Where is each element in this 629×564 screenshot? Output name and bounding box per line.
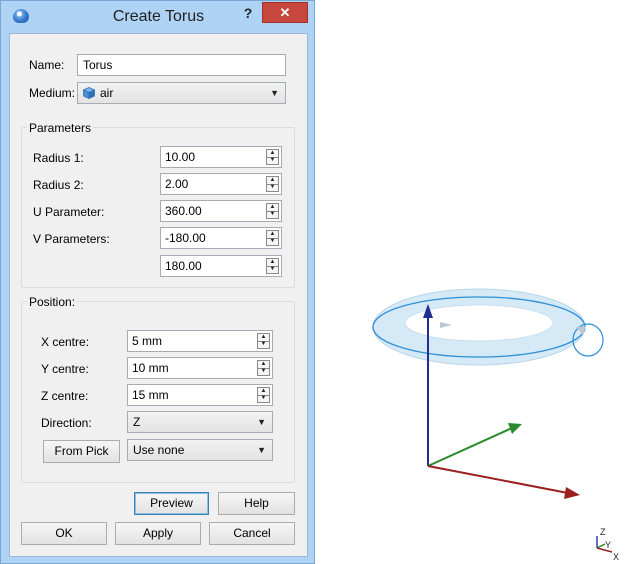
spin-buttons[interactable]: ▲ ▼: [266, 176, 279, 192]
spin-down-icon[interactable]: ▼: [267, 184, 278, 191]
y-centre-spinbox[interactable]: 10 mm ▲ ▼: [127, 357, 273, 379]
u-parameter-label: U Parameter:: [33, 205, 105, 219]
v-parameters-label: V Parameters:: [33, 232, 110, 246]
spin-buttons[interactable]: ▲ ▼: [257, 333, 270, 349]
radius2-label: Radius 2:: [33, 178, 84, 192]
medium-label: Medium:: [29, 86, 76, 100]
spin-buttons[interactable]: ▲ ▼: [257, 360, 270, 376]
apply-button[interactable]: Apply: [115, 522, 201, 545]
x-centre-label: X centre:: [41, 335, 90, 349]
create-torus-dialog: Create Torus ? ✕ Name: Torus Medium: air…: [0, 0, 315, 564]
chevron-down-icon: ▼: [257, 417, 266, 427]
help-button[interactable]: Help: [218, 492, 295, 515]
y-centre-label: Y centre:: [41, 362, 89, 376]
radius2-spinbox[interactable]: 2.00 ▲ ▼: [160, 173, 282, 195]
help-question-icon[interactable]: ?: [241, 5, 255, 21]
spin-down-icon[interactable]: ▼: [267, 238, 278, 245]
chevron-down-icon: ▼: [257, 445, 266, 455]
spin-down-icon[interactable]: ▼: [258, 341, 269, 348]
spin-down-icon[interactable]: ▼: [258, 368, 269, 375]
spin-down-icon[interactable]: ▼: [267, 211, 278, 218]
direction-select[interactable]: Z ▼: [127, 411, 273, 433]
v-parameter-min-spinbox[interactable]: -180.00 ▲ ▼: [160, 227, 282, 249]
z-centre-spinbox[interactable]: 15 mm ▲ ▼: [127, 384, 273, 406]
triad-y-label: Y: [605, 540, 611, 550]
orientation-triad: Z Y X: [596, 527, 619, 562]
direction-label: Direction:: [41, 416, 92, 430]
x-centre-spinbox[interactable]: 5 mm ▲ ▼: [127, 330, 273, 352]
spin-buttons[interactable]: ▲ ▼: [266, 230, 279, 246]
title-bar[interactable]: Create Torus ? ✕: [1, 1, 316, 33]
position-title: Position:: [27, 295, 78, 309]
medium-select[interactable]: air ▼: [77, 82, 286, 104]
u-parameter-spinbox[interactable]: 360.00 ▲ ▼: [160, 200, 282, 222]
spin-down-icon[interactable]: ▼: [267, 157, 278, 164]
triad-z-label: Z: [600, 527, 606, 537]
spin-buttons[interactable]: ▲ ▼: [266, 203, 279, 219]
from-pick-button[interactable]: From Pick: [43, 440, 120, 463]
spin-buttons[interactable]: ▲ ▼: [257, 387, 270, 403]
spin-down-icon[interactable]: ▼: [258, 395, 269, 402]
spin-buttons[interactable]: ▲ ▼: [266, 149, 279, 165]
3d-viewport[interactable]: Z Y X: [340, 270, 629, 564]
pick-mode-select[interactable]: Use none ▼: [127, 439, 273, 461]
name-label: Name:: [29, 58, 65, 72]
close-button[interactable]: ✕: [262, 2, 308, 23]
spin-buttons[interactable]: ▲ ▼: [266, 258, 279, 274]
cube-icon: [83, 87, 95, 99]
z-centre-label: Z centre:: [41, 389, 89, 403]
ok-button[interactable]: OK: [21, 522, 107, 545]
medium-value: air: [100, 86, 114, 100]
parameters-title: Parameters: [27, 121, 94, 135]
preview-button[interactable]: Preview: [134, 492, 209, 515]
chevron-down-icon: ▼: [270, 88, 279, 98]
triad-x-label: X: [613, 552, 619, 562]
name-input[interactable]: Torus: [77, 54, 286, 76]
radius1-label: Radius 1:: [33, 151, 84, 165]
cancel-button[interactable]: Cancel: [209, 522, 295, 545]
radius1-spinbox[interactable]: 10.00 ▲ ▼: [160, 146, 282, 168]
torus-model[interactable]: [372, 288, 604, 366]
v-parameter-max-spinbox[interactable]: 180.00 ▲ ▼: [160, 255, 282, 277]
spin-down-icon[interactable]: ▼: [267, 266, 278, 273]
